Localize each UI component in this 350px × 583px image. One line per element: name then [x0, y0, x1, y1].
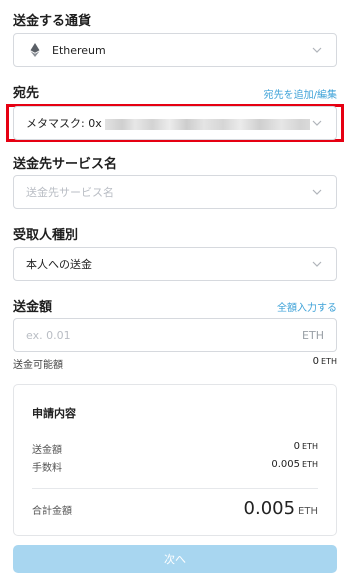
- available-value: 0 ETH: [312, 356, 337, 367]
- next-button[interactable]: 次へ: [13, 545, 337, 573]
- available-balance: 送金可能額 0 ETH: [13, 356, 337, 371]
- chevron-down-icon: [310, 43, 324, 57]
- currency-label: 送金する通貨: [13, 14, 92, 29]
- summary-title: 申請内容: [32, 407, 76, 420]
- summary-row-label: 手数料: [32, 463, 62, 474]
- amount-input[interactable]: ex. 0.01 ETH: [13, 318, 337, 352]
- summary-row: 送金額 0 ETH: [32, 441, 318, 456]
- destination-label: 宛先: [13, 86, 40, 101]
- currency-value: Ethereum: [52, 43, 106, 57]
- divider: [32, 488, 318, 489]
- total-value: 0.005 ETH: [243, 498, 318, 519]
- currency-select[interactable]: Ethereum: [13, 33, 337, 67]
- recipient-type-label: 受取人種別: [13, 228, 79, 243]
- summary-row-label: 送金額: [32, 445, 62, 456]
- destination-select[interactable]: メタマスク: 0x: [13, 106, 337, 140]
- amount-unit: ETH: [302, 328, 324, 342]
- destination-value: メタマスク: 0x: [26, 115, 310, 131]
- summary-row-value: 0.005 ETH: [271, 459, 318, 470]
- blurred-address: [104, 118, 310, 130]
- chevron-down-icon: [310, 257, 324, 271]
- recipient-type-select[interactable]: 本人への送金: [13, 247, 337, 281]
- total-row: 合計金額 0.005 ETH: [32, 498, 318, 519]
- available-label: 送金可能額: [13, 360, 63, 371]
- service-label: 送金先サービス名: [13, 157, 118, 172]
- service-placeholder: 送金先サービス名: [26, 186, 114, 199]
- enter-full-amount-link[interactable]: 全額入力する: [277, 299, 337, 314]
- summary-row: 手数料 0.005 ETH: [32, 459, 318, 474]
- add-edit-destination-link[interactable]: 宛先を追加/編集: [264, 86, 337, 101]
- amount-placeholder: ex. 0.01: [26, 328, 71, 342]
- amount-label: 送金額: [13, 300, 53, 315]
- ethereum-icon: [28, 43, 42, 57]
- chevron-down-icon: [310, 185, 324, 199]
- total-label: 合計金額: [32, 506, 72, 517]
- summary-row-value: 0 ETH: [293, 441, 318, 452]
- summary-card: 申請内容 送金額 0 ETH 手数料 0.005 ETH 合計金額 0.005 ETH: [13, 384, 337, 536]
- recipient-type-value: 本人への送金: [26, 258, 92, 271]
- service-select[interactable]: 送金先サービス名: [13, 175, 337, 209]
- chevron-down-icon: [310, 116, 324, 130]
